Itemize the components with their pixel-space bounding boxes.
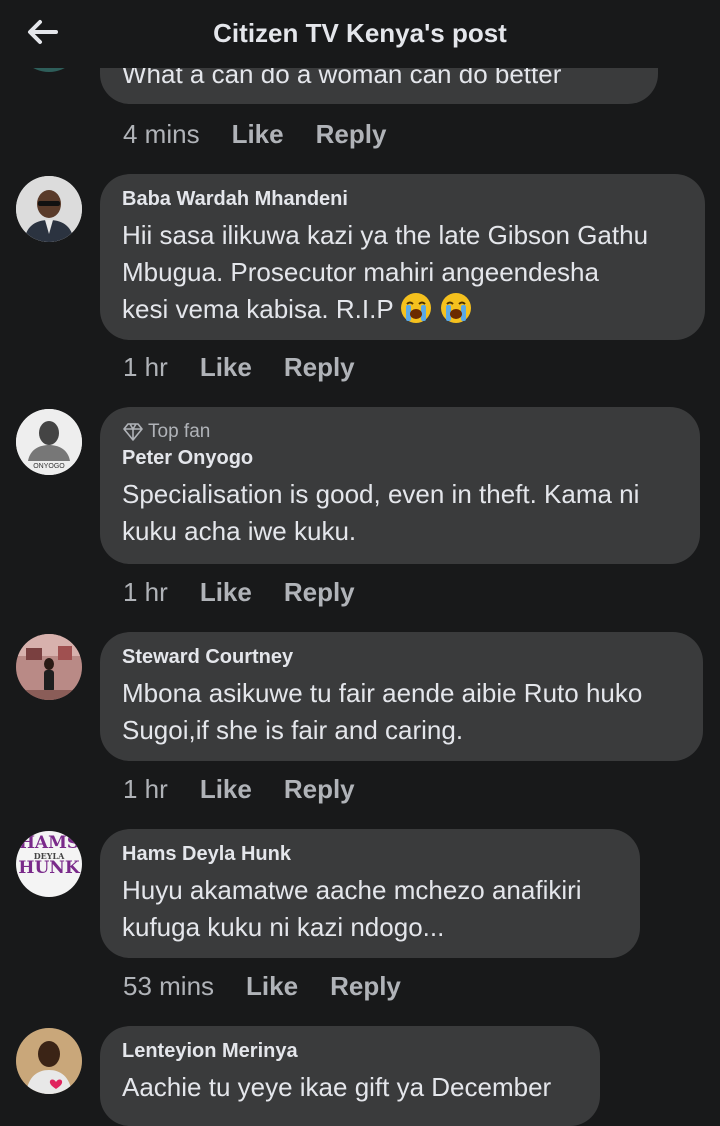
- comment-meta: 4 mins Like Reply: [123, 119, 386, 150]
- diamond-icon: [123, 423, 143, 441]
- comment-bubble: Hams Deyla Hunk Huyu akamatwe aache mche…: [100, 829, 640, 958]
- person-photo: [16, 634, 82, 700]
- avatar[interactable]: HAMS DEYLA HUNK: [16, 831, 82, 897]
- comment-line: Huyu akamatwe aache mchezo anafikiri: [122, 875, 582, 905]
- top-fan-badge: Top fan: [122, 421, 678, 443]
- top-fan-label: Top fan: [148, 421, 211, 442]
- avatar[interactable]: [16, 1028, 82, 1094]
- comment-text: Aachie tu yeye ikae gift ya December: [122, 1069, 578, 1106]
- avatar-logo-line: HAMS: [18, 833, 80, 853]
- commenter-name[interactable]: Steward Courtney: [122, 646, 681, 669]
- comment-meta: 1 hr Like Reply: [123, 577, 355, 608]
- like-button[interactable]: Like: [232, 119, 284, 150]
- comment-time: 1 hr: [123, 774, 168, 804]
- loudly-crying-face-icon: [400, 292, 432, 334]
- comment-time: 4 mins: [123, 119, 200, 149]
- comment-text: Mbona asikuwe tu fair aende aibie Ruto h…: [122, 675, 681, 749]
- loudly-crying-face-icon: [440, 292, 472, 334]
- like-button[interactable]: Like: [246, 971, 298, 1002]
- page-title: Citizen TV Kenya's post: [213, 18, 507, 48]
- comment-line: kufuga kuku ni kazi ndogo...: [122, 912, 445, 942]
- top-bar: Citizen TV Kenya's post: [0, 0, 720, 68]
- comment-time: 1 hr: [123, 352, 168, 382]
- reply-button[interactable]: Reply: [316, 119, 387, 150]
- comment-meta: 53 mins Like Reply: [123, 971, 401, 1002]
- commenter-name[interactable]: Baba Wardah Mhandeni: [122, 188, 683, 211]
- comment-text: Hii sasa ilikuwa kazi ya the late Gibson…: [122, 217, 683, 334]
- like-button[interactable]: Like: [200, 577, 252, 608]
- comment-line: Specialisation is good, even in theft. K…: [122, 479, 640, 509]
- like-button[interactable]: Like: [200, 774, 252, 805]
- comment-time: 1 hr: [123, 577, 168, 607]
- comment-time: 53 mins: [123, 971, 215, 1001]
- comment-line: kuku acha iwe kuku.: [122, 516, 357, 546]
- comment-meta: 1 hr Like Reply: [123, 352, 355, 383]
- comment-line: Mbona asikuwe tu fair aende aibie Ruto h…: [122, 678, 643, 708]
- avatar[interactable]: [16, 634, 82, 700]
- person-photo: [16, 176, 82, 242]
- comment-line: kesi vema kabisa. R.I.P: [122, 291, 683, 334]
- comment-line: Sugoi,if she is fair and caring.: [122, 715, 464, 745]
- commenter-name[interactable]: Lenteyion Merinya: [122, 1040, 578, 1063]
- comment-line: Aachie tu yeye ikae gift ya December: [122, 1072, 552, 1102]
- comment-line: Mbugua. Prosecutor mahiri angeendesha: [122, 257, 599, 287]
- comment-line: Hii sasa ilikuwa kazi ya the late Gibson…: [122, 220, 649, 250]
- comment-bubble: Lenteyion Merinya Aachie tu yeye ikae gi…: [100, 1026, 600, 1126]
- comment-line-text: kesi vema kabisa. R.I.P: [122, 294, 394, 324]
- reply-button[interactable]: Reply: [284, 352, 355, 383]
- avatar-logo-line: HUNK: [18, 858, 80, 878]
- reply-button[interactable]: Reply: [284, 774, 355, 805]
- comment-bubble: Steward Courtney Mbona asikuwe tu fair a…: [100, 632, 703, 761]
- like-button[interactable]: Like: [200, 352, 252, 383]
- avatar[interactable]: ONYOGO: [16, 409, 82, 475]
- comment-meta: 1 hr Like Reply: [123, 774, 355, 805]
- comment-text: Specialisation is good, even in theft. K…: [122, 476, 678, 550]
- avatar[interactable]: [16, 176, 82, 242]
- commenter-name[interactable]: Hams Deyla Hunk: [122, 843, 618, 866]
- comment-bubble: Baba Wardah Mhandeni Hii sasa ilikuwa ka…: [100, 174, 705, 340]
- person-photo: [16, 1028, 82, 1094]
- reply-button[interactable]: Reply: [330, 971, 401, 1002]
- commenter-name[interactable]: Peter Onyogo: [122, 447, 678, 470]
- reply-button[interactable]: Reply: [284, 577, 355, 608]
- avatar-caption: ONYOGO: [33, 463, 65, 470]
- comment-bubble: Top fan Peter Onyogo Specialisation is g…: [100, 407, 700, 564]
- comment-text: Huyu akamatwe aache mchezo anafikiri kuf…: [122, 872, 618, 946]
- avatar-logo: HAMS DEYLA HUNK: [16, 835, 82, 877]
